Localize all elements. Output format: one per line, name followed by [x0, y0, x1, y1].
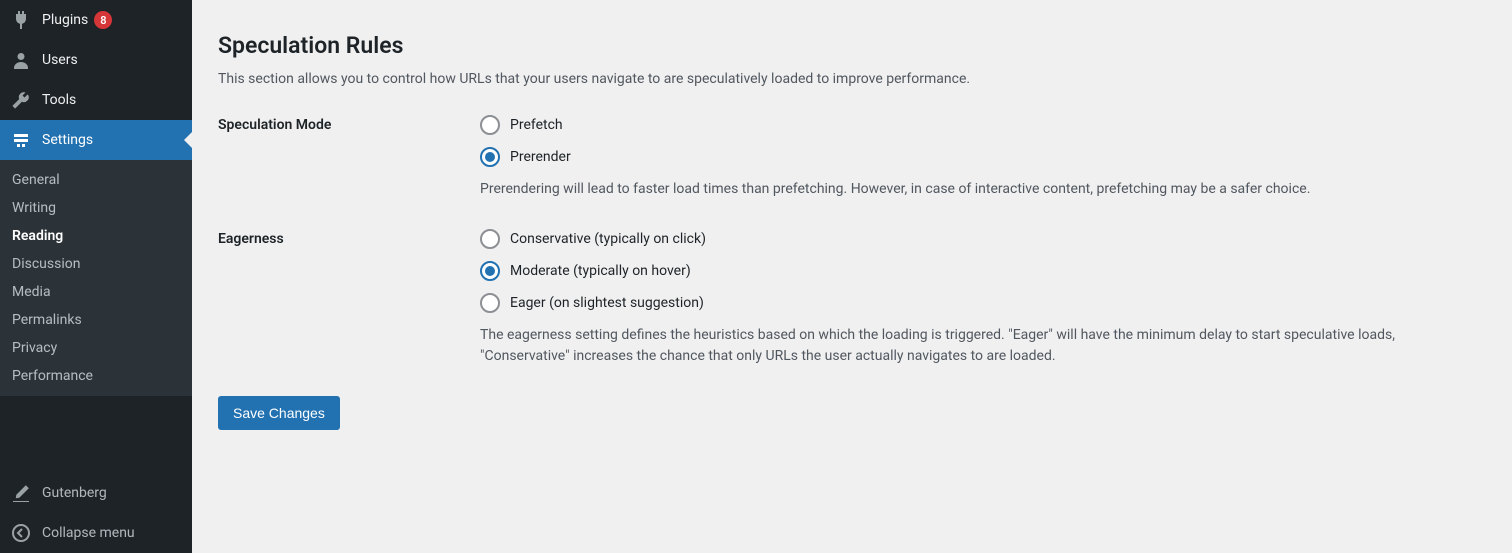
wrench-icon: [10, 89, 32, 111]
settings-submenu: General Writing Reading Discussion Media…: [0, 160, 192, 396]
admin-sidebar: Plugins 8 Users Tools Settings General W…: [0, 0, 192, 553]
radio-label: Prerender: [510, 149, 571, 165]
radio-conservative[interactable]: Conservative (typically on click): [480, 229, 1480, 249]
sidebar-item-collapse[interactable]: Collapse menu: [0, 513, 192, 553]
sidebar-item-tools[interactable]: Tools: [0, 80, 192, 120]
edit-icon: [10, 482, 32, 504]
help-text-eagerness: The eagerness setting defines the heuris…: [480, 325, 1480, 368]
radio-moderate[interactable]: Moderate (typically on hover): [480, 261, 1480, 281]
sidebar-item-gutenberg[interactable]: Gutenberg: [0, 473, 192, 513]
radio-input[interactable]: [480, 147, 500, 167]
radio-input[interactable]: [480, 229, 500, 249]
radio-prefetch[interactable]: Prefetch: [480, 115, 1480, 135]
field-label-eagerness: Eagerness: [218, 229, 480, 247]
radio-label: Conservative (typically on click): [510, 231, 706, 247]
submenu-privacy[interactable]: Privacy: [0, 334, 192, 362]
sidebar-item-label: Users: [42, 52, 78, 68]
save-button[interactable]: Save Changes: [218, 396, 340, 430]
sidebar-item-label: Plugins: [42, 12, 88, 28]
submenu-discussion[interactable]: Discussion: [0, 250, 192, 278]
sidebar-item-users[interactable]: Users: [0, 40, 192, 80]
field-eagerness: Eagerness Conservative (typically on cli…: [218, 229, 1486, 368]
submenu-reading[interactable]: Reading: [0, 222, 192, 250]
sidebar-menu-bottom: Gutenberg Collapse menu: [0, 473, 192, 553]
radio-label: Eager (on slightest suggestion): [510, 295, 704, 311]
sidebar-menu-top: Plugins 8 Users Tools Settings General W…: [0, 0, 192, 396]
user-icon: [10, 49, 32, 71]
plugins-badge: 8: [94, 11, 112, 29]
page-title: Speculation Rules: [218, 20, 1486, 59]
page-description: This section allows you to control how U…: [218, 71, 1486, 87]
submenu-performance[interactable]: Performance: [0, 362, 192, 390]
field-label-mode: Speculation Mode: [218, 115, 480, 133]
submenu-media[interactable]: Media: [0, 278, 192, 306]
radio-prerender[interactable]: Prerender: [480, 147, 1480, 167]
submenu-permalinks[interactable]: Permalinks: [0, 306, 192, 334]
submenu-writing[interactable]: Writing: [0, 194, 192, 222]
help-text-mode: Prerendering will lead to faster load ti…: [480, 179, 1480, 201]
field-controls-mode: Prefetch Prerender Prerendering will lea…: [480, 115, 1480, 201]
main-content: Speculation Rules This section allows yo…: [192, 0, 1512, 553]
radio-input[interactable]: [480, 115, 500, 135]
sidebar-item-label: Settings: [42, 132, 93, 148]
radio-label: Prefetch: [510, 117, 563, 133]
field-speculation-mode: Speculation Mode Prefetch Prerender Prer…: [218, 115, 1486, 201]
radio-input[interactable]: [480, 293, 500, 313]
settings-icon: [10, 129, 32, 151]
sidebar-item-label: Tools: [42, 92, 76, 108]
submenu-general[interactable]: General: [0, 166, 192, 194]
radio-input[interactable]: [480, 261, 500, 281]
plugin-icon: [10, 9, 32, 31]
radio-eager[interactable]: Eager (on slightest suggestion): [480, 293, 1480, 313]
sidebar-item-label: Collapse menu: [42, 525, 135, 541]
field-controls-eagerness: Conservative (typically on click) Modera…: [480, 229, 1480, 368]
radio-label: Moderate (typically on hover): [510, 263, 691, 279]
sidebar-item-plugins[interactable]: Plugins 8: [0, 0, 192, 40]
sidebar-item-settings[interactable]: Settings: [0, 120, 192, 160]
collapse-icon: [10, 522, 32, 544]
sidebar-item-label: Gutenberg: [42, 485, 107, 501]
